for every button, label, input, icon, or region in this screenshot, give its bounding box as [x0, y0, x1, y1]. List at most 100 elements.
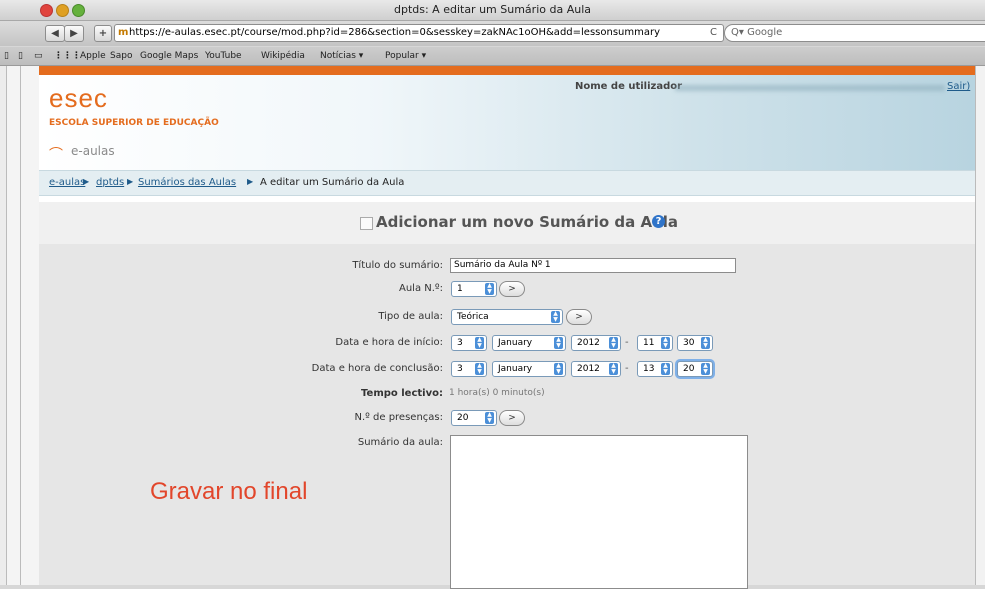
aula-value: 1 — [457, 284, 463, 294]
forward-button[interactable]: ▶ — [64, 25, 84, 42]
presencas-value: 20 — [457, 413, 469, 423]
add-bookmark-button[interactable]: + — [94, 25, 112, 42]
select-arrows-icon: ▲ ▼ — [554, 337, 563, 349]
form-title-bar: Adicionar um novo Sumário da Aula ? — [39, 202, 975, 244]
search-field[interactable]: Q▾ Google — [724, 24, 985, 42]
conclusao-hour-value: 13 — [643, 364, 655, 374]
select-arrows-icon: ▲ ▼ — [609, 363, 618, 375]
top-sites-icon[interactable]: ⋮⋮⋮ — [54, 51, 81, 61]
select-arrows-icon: ▲ ▼ — [475, 363, 484, 375]
user-label: Nome de utilizador — [575, 81, 683, 92]
select-arrows-icon: ▲ ▼ — [701, 363, 710, 375]
bookmark-item[interactable]: Sapo — [110, 51, 132, 61]
bookmark-item[interactable]: Google Maps — [140, 51, 198, 61]
sumario-label: Sumário da aula: — [357, 437, 443, 448]
aula-label: Aula N.º: — [398, 283, 443, 294]
bookmark-item[interactable]: Notícias ▾ — [320, 51, 363, 61]
inicio-month-value: January — [498, 338, 533, 348]
conclusao-hour-select[interactable]: 13 ▲ ▼ — [637, 361, 673, 377]
reload-icon[interactable]: C — [710, 25, 717, 41]
breadcrumb-separator-icon: ▶ — [247, 177, 254, 186]
tempo-label: Tempo lectivo: — [361, 388, 443, 399]
navigation-toolbar: ◀ ▶ + m https://e-aulas.esec.pt/course/m… — [0, 21, 985, 46]
select-arrows-icon: ▲ ▼ — [661, 337, 670, 349]
form-body: Título do sumário: Sumário da Aula Nº 1 … — [39, 244, 975, 589]
inicio-hour-value: 11 — [643, 338, 655, 348]
aula-select[interactable]: 1 ▲ ▼ — [451, 281, 497, 297]
logout-link[interactable]: Sair) — [947, 81, 970, 92]
breadcrumb-item-dptds[interactable]: dptds — [96, 177, 124, 188]
site-favicon-icon: m — [118, 27, 129, 38]
conclusao-month-select[interactable]: January ▲ ▼ — [492, 361, 566, 377]
form-checkbox-icon[interactable] — [360, 217, 373, 230]
select-arrows-icon: ▲ ▼ — [485, 412, 494, 424]
site-logo[interactable]: esec — [49, 83, 108, 114]
bookmark-item[interactable]: YouTube — [205, 51, 242, 61]
tipo-go-button[interactable]: > — [566, 309, 592, 325]
address-bar[interactable]: m https://e-aulas.esec.pt/course/mod.php… — [114, 24, 724, 42]
conclusao-month-value: January — [498, 364, 533, 374]
date-time-separator: - — [625, 337, 629, 348]
inicio-minute-select[interactable]: 30 ▲ ▼ — [677, 335, 713, 351]
bookmarks-bar: ▯ ▯ ▭ ⋮⋮⋮ Apple Sapo Google Maps YouTube… — [0, 47, 985, 66]
window-title: dptds: A editar um Sumário da Aula — [393, 3, 591, 16]
conclusao-day-value: 3 — [457, 364, 463, 374]
breadcrumb-separator-icon: ▶ — [83, 177, 90, 186]
tipo-select[interactable]: Teórica ▲ ▼ — [451, 309, 563, 325]
reading-list-icon[interactable]: ▯ — [4, 51, 9, 61]
bookmarks-icon[interactable]: ▭ — [34, 51, 43, 61]
blurred-username — [675, 85, 945, 91]
date-time-separator: - — [625, 363, 629, 374]
breadcrumb-separator-icon: ▶ — [127, 177, 134, 186]
inicio-year-select[interactable]: 2012 ▲ ▼ — [571, 335, 621, 351]
conclusao-minute-select[interactable]: 20 ▲ ▼ — [677, 361, 713, 377]
tipo-value: Teórica — [457, 312, 489, 322]
select-arrows-icon: ▲ ▼ — [475, 337, 484, 349]
inicio-day-select[interactable]: 3 ▲ ▼ — [451, 335, 487, 351]
inicio-year-value: 2012 — [577, 338, 600, 348]
site-header: esec ESCOLA SUPERIOR DE EDUCAÇÃO ⌒ e-aul… — [39, 75, 975, 170]
select-arrows-icon: ▲ ▼ — [661, 363, 670, 375]
breadcrumb-item-sumarios[interactable]: Sumários das Aulas — [138, 177, 236, 188]
conclusao-year-value: 2012 — [577, 364, 600, 374]
breadcrumb-current: A editar um Sumário da Aula — [260, 177, 405, 188]
breadcrumb-item-e-aulas[interactable]: e-aulas — [49, 177, 85, 188]
select-arrows-icon: ▲ ▼ — [701, 337, 710, 349]
form-title: Adicionar um novo Sumário da Aula — [376, 213, 678, 231]
select-arrows-icon: ▲ ▼ — [554, 363, 563, 375]
bookmark-item[interactable]: Wikipédia — [261, 51, 305, 61]
question-icon[interactable]: ? — [652, 215, 665, 228]
school-name: ESCOLA SUPERIOR DE EDUCAÇÃO — [49, 118, 219, 128]
site-name: e-aulas — [71, 144, 115, 158]
scrollbar[interactable] — [975, 66, 985, 585]
bookmark-item[interactable]: Apple — [80, 51, 106, 61]
conclusao-label: Data e hora de conclusão: — [311, 363, 443, 374]
select-arrows-icon: ▲ ▼ — [551, 311, 560, 323]
select-arrows-icon: ▲ ▼ — [609, 337, 618, 349]
tempo-value: 1 hora(s) 0 minuto(s) — [449, 388, 545, 398]
aula-go-button[interactable]: > — [499, 281, 525, 297]
titulo-input[interactable]: Sumário da Aula Nº 1 — [450, 258, 736, 273]
titulo-value: Sumário da Aula Nº 1 — [454, 260, 551, 270]
url-text: https://e-aulas.esec.pt/course/mod.php?i… — [129, 27, 661, 38]
bookmark-item[interactable]: Popular ▾ — [385, 51, 426, 61]
conclusao-minute-value: 20 — [683, 364, 695, 374]
inicio-month-select[interactable]: January ▲ ▼ — [492, 335, 566, 351]
titulo-label: Título do sumário: — [352, 260, 443, 271]
breadcrumb: e-aulas ▶ dptds ▶ Sumários das Aulas ▶ A… — [39, 170, 975, 196]
inicio-minute-value: 30 — [683, 338, 695, 348]
back-button[interactable]: ◀ — [45, 25, 65, 42]
presencas-label: N.º de presenças: — [354, 412, 443, 423]
search-placeholder: Q▾ Google — [731, 27, 783, 38]
presencas-select[interactable]: 20 ▲ ▼ — [451, 410, 497, 426]
annotation-text: Gravar no final — [150, 478, 308, 505]
window-title-bar: dptds: A editar um Sumário da Aula — [0, 0, 985, 21]
conclusao-year-select[interactable]: 2012 ▲ ▼ — [571, 361, 621, 377]
presencas-go-button[interactable]: > — [499, 410, 525, 426]
book-icon[interactable]: ▯ — [18, 51, 23, 61]
sumario-textarea[interactable] — [450, 435, 748, 589]
conclusao-day-select[interactable]: 3 ▲ ▼ — [451, 361, 487, 377]
inicio-hour-select[interactable]: 11 ▲ ▼ — [637, 335, 673, 351]
inicio-day-value: 3 — [457, 338, 463, 348]
inicio-label: Data e hora de início: — [335, 337, 443, 348]
